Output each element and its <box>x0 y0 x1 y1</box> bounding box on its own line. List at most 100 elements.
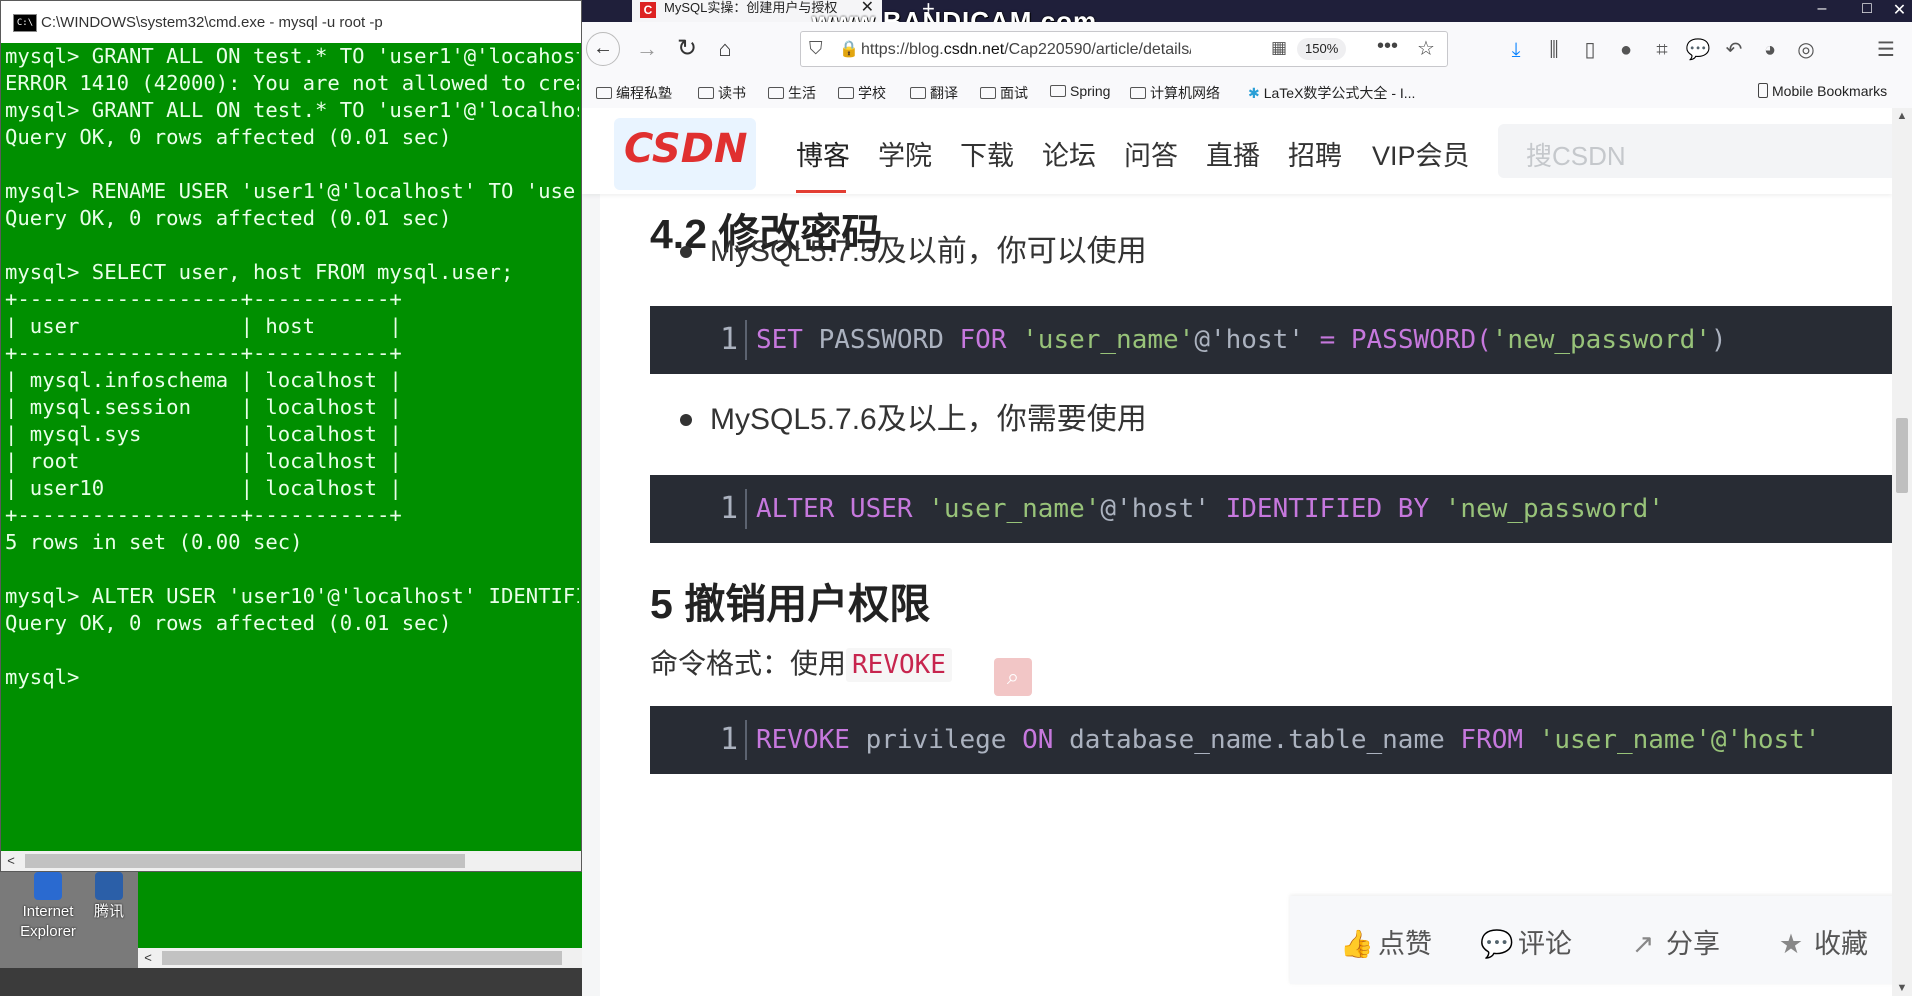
forward-icon[interactable]: → <box>630 32 664 66</box>
scroll-thumb[interactable] <box>25 854 465 868</box>
terminal-line: Query OK, 0 rows affected (0.01 sec) <box>5 611 452 635</box>
terminal-line: mysql> SELECT user, host FROM mysql.user… <box>5 260 514 284</box>
back-icon[interactable]: ← <box>586 32 620 66</box>
code-line: SET PASSWORD FOR 'user_name'@'host' = PA… <box>756 325 1727 355</box>
lock-icon[interactable]: 🔒 <box>839 39 859 59</box>
cmd-icon: C:\ <box>13 14 37 32</box>
folder-icon <box>1050 85 1066 97</box>
screenshot-icon[interactable]: ⌗ <box>1648 36 1676 64</box>
scroll-up-icon[interactable]: ▲ <box>1892 110 1912 122</box>
cmd-title: C:\WINDOWS\system32\cmd.exe - mysql -u r… <box>41 14 383 31</box>
library-icon[interactable]: ⫼ <box>1540 36 1568 64</box>
bookmark-folder[interactable]: 生活 <box>768 83 816 103</box>
scroll-left-icon[interactable]: < <box>1 851 21 871</box>
bookmark-link[interactable]: ✱ LaTeX数学公式大全 - I... <box>1248 83 1415 103</box>
folder-icon <box>596 87 612 99</box>
bookmark-folder[interactable]: 读书 <box>698 83 746 103</box>
chat-icon[interactable]: 💬 <box>1684 36 1712 64</box>
bookmark-folder[interactable]: Spring <box>1050 83 1110 99</box>
terminal-line: mysql> RENAME USER 'user1'@'localhost' T… <box>5 179 579 203</box>
code-block[interactable]: 1 SET PASSWORD FOR 'user_name'@'host' = … <box>650 306 1892 374</box>
extension-icon[interactable]: ◕ <box>1756 36 1784 64</box>
desktop-icon-tencent[interactable]: 腾讯 <box>80 872 138 922</box>
code-block[interactable]: 1 ALTER USER 'user_name'@'host' IDENTIFI… <box>650 475 1892 543</box>
internet-explorer-icon <box>34 872 62 900</box>
scroll-thumb[interactable] <box>162 951 562 965</box>
cmd-horizontal-scrollbar[interactable]: < <box>1 851 581 871</box>
bookmark-folder[interactable]: 学校 <box>838 83 886 103</box>
tracking-shield-icon[interactable]: ⛉ <box>809 38 823 59</box>
terminal-line: | user10 | localhost | <box>5 476 402 500</box>
url-text[interactable]: https://blog.csdn.net/Cap220590/article/… <box>861 41 1191 59</box>
close-window-icon[interactable]: ✕ <box>1887 0 1912 20</box>
scroll-left-icon[interactable]: < <box>138 948 158 968</box>
line-number: 1 <box>719 491 738 526</box>
page-vertical-scrollbar[interactable]: ▲ ▼ <box>1892 108 1912 996</box>
cmd-window[interactable]: C:\ C:\WINDOWS\system32\cmd.exe - mysql … <box>0 0 582 872</box>
tencent-icon <box>95 872 123 900</box>
zoom-level[interactable]: 150% <box>1297 38 1347 60</box>
downloads-icon[interactable]: ⤓ <box>1502 36 1530 64</box>
scroll-down-icon[interactable]: ▼ <box>1892 982 1912 994</box>
page-gutter <box>582 194 600 996</box>
csdn-header: CSDN 博客 学院 下载 论坛 问答 直播 招聘 VIP会员 搜CSDN <box>582 108 1892 194</box>
bookmark-folder[interactable]: 翻译 <box>910 83 958 103</box>
bookmark-folder[interactable]: 计算机网络 <box>1130 83 1220 103</box>
cmd-secondary-horizontal-scrollbar[interactable]: < <box>138 948 582 968</box>
scroll-thumb[interactable] <box>1896 418 1908 493</box>
navigation-toolbar: ← → ↻ ⌂ ⛉ 🔒 https://blog.csdn.net/Cap220… <box>582 22 1912 77</box>
menu-icon[interactable]: ☰ <box>1872 36 1900 64</box>
terminal-line: | mysql.sys | localhost | <box>5 422 402 446</box>
gutter-divider <box>745 720 747 760</box>
nav-vip[interactable]: VIP会员 <box>1372 134 1470 173</box>
folder-icon <box>910 87 926 99</box>
search-input[interactable]: 搜CSDN <box>1498 124 1892 178</box>
home-icon[interactable]: ⌂ <box>708 32 742 66</box>
code-line: ALTER USER 'user_name'@'host' IDENTIFIED… <box>756 494 1664 524</box>
bullet <box>680 414 692 426</box>
like-button[interactable]: 👍 点赞 <box>1340 922 1432 961</box>
terminal-line: 5 rows in set (0.00 sec) <box>5 530 303 554</box>
nav-live[interactable]: 直播 <box>1206 134 1260 173</box>
share-button[interactable]: ↗ 分享 <box>1628 922 1720 961</box>
terminal-line: | user | host | <box>5 314 402 338</box>
url-bar[interactable]: ⛉ 🔒 https://blog.csdn.net/Cap220590/arti… <box>800 31 1448 67</box>
undo-icon[interactable]: ↶ <box>1720 36 1748 64</box>
favorite-button[interactable]: ★ 收藏 <box>1776 922 1868 961</box>
sidebar-icon[interactable]: ▯ <box>1576 36 1604 64</box>
list-item: MySQL5.7.5及以前，你可以使用 <box>710 235 1147 268</box>
comment-button[interactable]: 💬 评论 <box>1480 922 1572 961</box>
terminal-line: ERROR 1410 (42000): You are not allowed … <box>5 71 579 95</box>
cmd-title-bar[interactable]: C:\ C:\WINDOWS\system32\cmd.exe - mysql … <box>1 1 581 43</box>
bookmark-folder[interactable]: 面试 <box>980 83 1028 103</box>
page-actions-icon[interactable]: ••• <box>1377 35 1398 58</box>
minimize-icon[interactable]: – <box>1802 0 1842 18</box>
csdn-logo[interactable]: CSDN <box>614 118 756 190</box>
bullet <box>680 246 692 258</box>
qr-code-icon[interactable]: ▦ <box>1271 38 1287 58</box>
nav-download[interactable]: 下载 <box>960 134 1014 173</box>
web-page: CSDN 博客 学院 下载 论坛 问答 直播 招聘 VIP会员 搜CSDN 4.… <box>582 108 1892 996</box>
folder-icon <box>768 87 784 99</box>
nav-forum[interactable]: 论坛 <box>1042 134 1096 173</box>
nav-jobs[interactable]: 招聘 <box>1288 134 1342 173</box>
code-block[interactable]: 1 REVOKE privilege ON database_name.tabl… <box>650 706 1892 774</box>
bookmark-folder[interactable]: 编程私塾 <box>596 83 672 103</box>
account-icon[interactable]: ● <box>1612 36 1640 64</box>
terminal-line: | mysql.session | localhost | <box>5 395 402 419</box>
nav-academy[interactable]: 学院 <box>878 134 932 173</box>
bookmark-star-icon[interactable]: ☆ <box>1417 36 1435 61</box>
mobile-icon <box>1758 83 1768 98</box>
extension-2-icon[interactable]: ◎ <box>1792 36 1820 64</box>
terminal-line: +------------------+-----------+ <box>5 503 402 527</box>
nav-qa[interactable]: 问答 <box>1124 134 1178 173</box>
search-selection-icon[interactable]: ⌕ <box>994 658 1032 696</box>
nav-blog[interactable]: 博客 <box>796 134 850 173</box>
cmd-output[interactable]: mysql> GRANT ALL ON test.* TO 'user1'@'l… <box>5 43 579 843</box>
mobile-bookmarks[interactable]: Mobile Bookmarks <box>1758 83 1887 99</box>
maximize-icon[interactable]: □ <box>1847 0 1887 18</box>
reload-icon[interactable]: ↻ <box>670 32 704 66</box>
terminal-line: mysql> <box>5 665 80 689</box>
